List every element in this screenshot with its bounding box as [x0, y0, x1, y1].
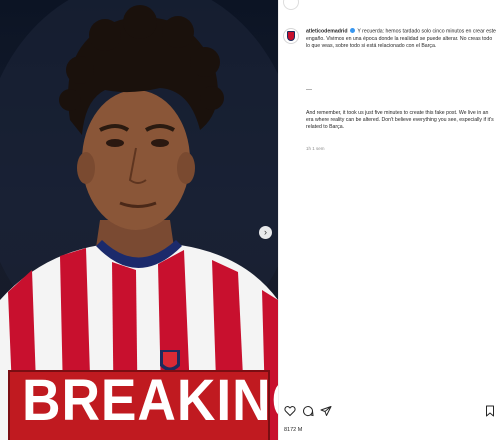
heart-icon[interactable]: [284, 405, 296, 417]
post-image[interactable]: › BREAKING: [0, 0, 278, 440]
chevron-right-icon: ›: [264, 227, 267, 237]
post-time: 1h 1 sem: [306, 146, 325, 151]
caption-en-text: And remember, it took us just five minut…: [306, 110, 494, 131]
username-link[interactable]: atleticodemadrid: [306, 29, 348, 35]
action-bar: [284, 405, 496, 417]
comment-icon[interactable]: [302, 405, 314, 417]
verified-badge-icon: [349, 28, 355, 33]
club-crest-icon: [287, 31, 295, 41]
likes-count[interactable]: 8172 M: [284, 427, 302, 433]
caption-separator: —: [306, 87, 312, 93]
send-icon[interactable]: [320, 405, 332, 417]
bookmark-icon[interactable]: [484, 405, 496, 417]
comments-panel: [278, 0, 500, 440]
caption-es: atleticodemadrid Y recuerda: hemos tarda…: [306, 28, 496, 50]
next-image-button[interactable]: ›: [259, 226, 272, 239]
breaking-text: BREAKING: [22, 368, 278, 433]
author-avatar[interactable]: [283, 28, 299, 44]
